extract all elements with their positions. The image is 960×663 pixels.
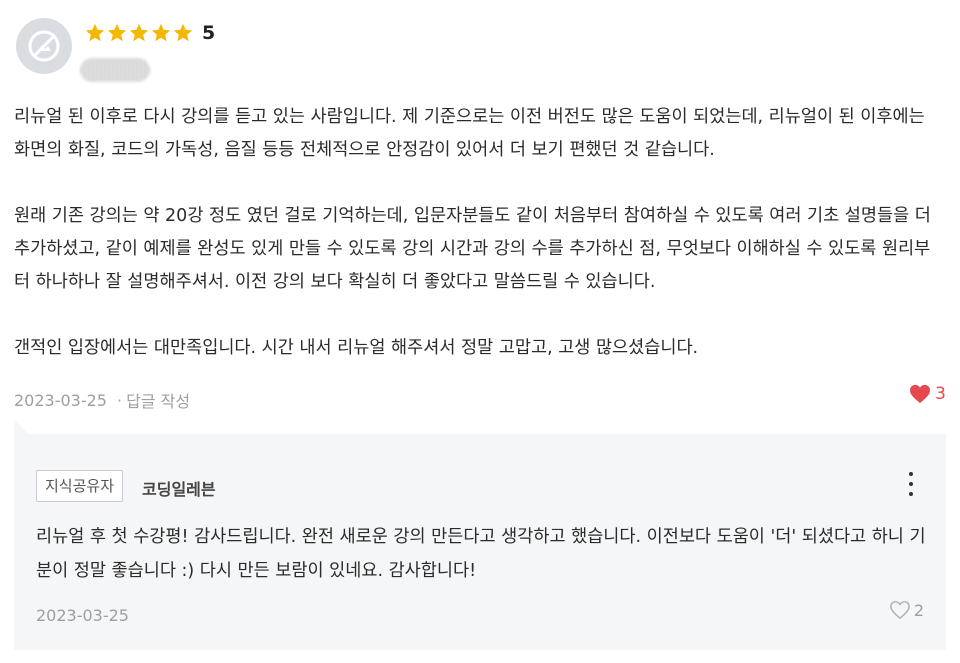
review-paragraph: 갠적인 입장에서는 대만족입니다. 시간 내서 리뉴얼 해주셔서 정말 고맙고,… bbox=[14, 338, 699, 358]
no-image-icon bbox=[28, 30, 60, 62]
like-count: 3 bbox=[935, 384, 946, 404]
rating-value: 5 bbox=[202, 22, 216, 44]
star-icon bbox=[107, 23, 127, 42]
reply-like-button[interactable]: 2 bbox=[889, 600, 924, 620]
review-paragraph: 리뉴얼 된 이후로 다시 강의를 듣고 있는 사람입니다. 제 기준으로는 이전… bbox=[14, 107, 931, 160]
star-icon bbox=[129, 23, 149, 42]
star-icon bbox=[85, 23, 105, 42]
review-date: 2023-03-25 bbox=[14, 390, 107, 410]
star-icon bbox=[151, 23, 171, 42]
avatar[interactable] bbox=[16, 18, 72, 74]
reply-text: 리뉴얼 후 첫 수강평! 감사드립니다. 완전 새로운 강의 만든다고 생각하고… bbox=[36, 527, 926, 581]
like-button[interactable]: 3 bbox=[909, 384, 946, 404]
heart-filled-icon bbox=[910, 384, 931, 404]
star-rating: 5 bbox=[84, 22, 215, 44]
review-paragraph: 원래 기존 강의는 약 20강 정도 였던 걸로 기억하는데, 입문자분들도 같… bbox=[14, 206, 937, 292]
review-meta: 2023-03-25 · 답글 작성 bbox=[14, 388, 190, 412]
reply-date: 2023-03-25 bbox=[36, 606, 129, 625]
reply-author[interactable]: 코딩일레븐 bbox=[142, 476, 216, 500]
review-text: 리뉴얼 된 이후로 다시 강의를 듣고 있는 사람입니다. 제 기준으로는 이전… bbox=[14, 101, 944, 365]
more-options-icon[interactable] bbox=[906, 472, 916, 496]
instructor-badge: 지식공유자 bbox=[36, 470, 124, 502]
star-icon bbox=[173, 23, 193, 42]
reviewer-name-blurred bbox=[80, 58, 150, 82]
instructor-reply: 지식공유자 코딩일레븐 리뉴얼 후 첫 수강평! 감사드립니다. 완전 새로운 … bbox=[14, 434, 946, 650]
reply-like-count: 2 bbox=[913, 600, 924, 620]
write-reply-button[interactable]: 답글 작성 bbox=[126, 388, 190, 412]
separator-dot: · bbox=[116, 390, 123, 410]
heart-outline-icon bbox=[889, 601, 910, 620]
